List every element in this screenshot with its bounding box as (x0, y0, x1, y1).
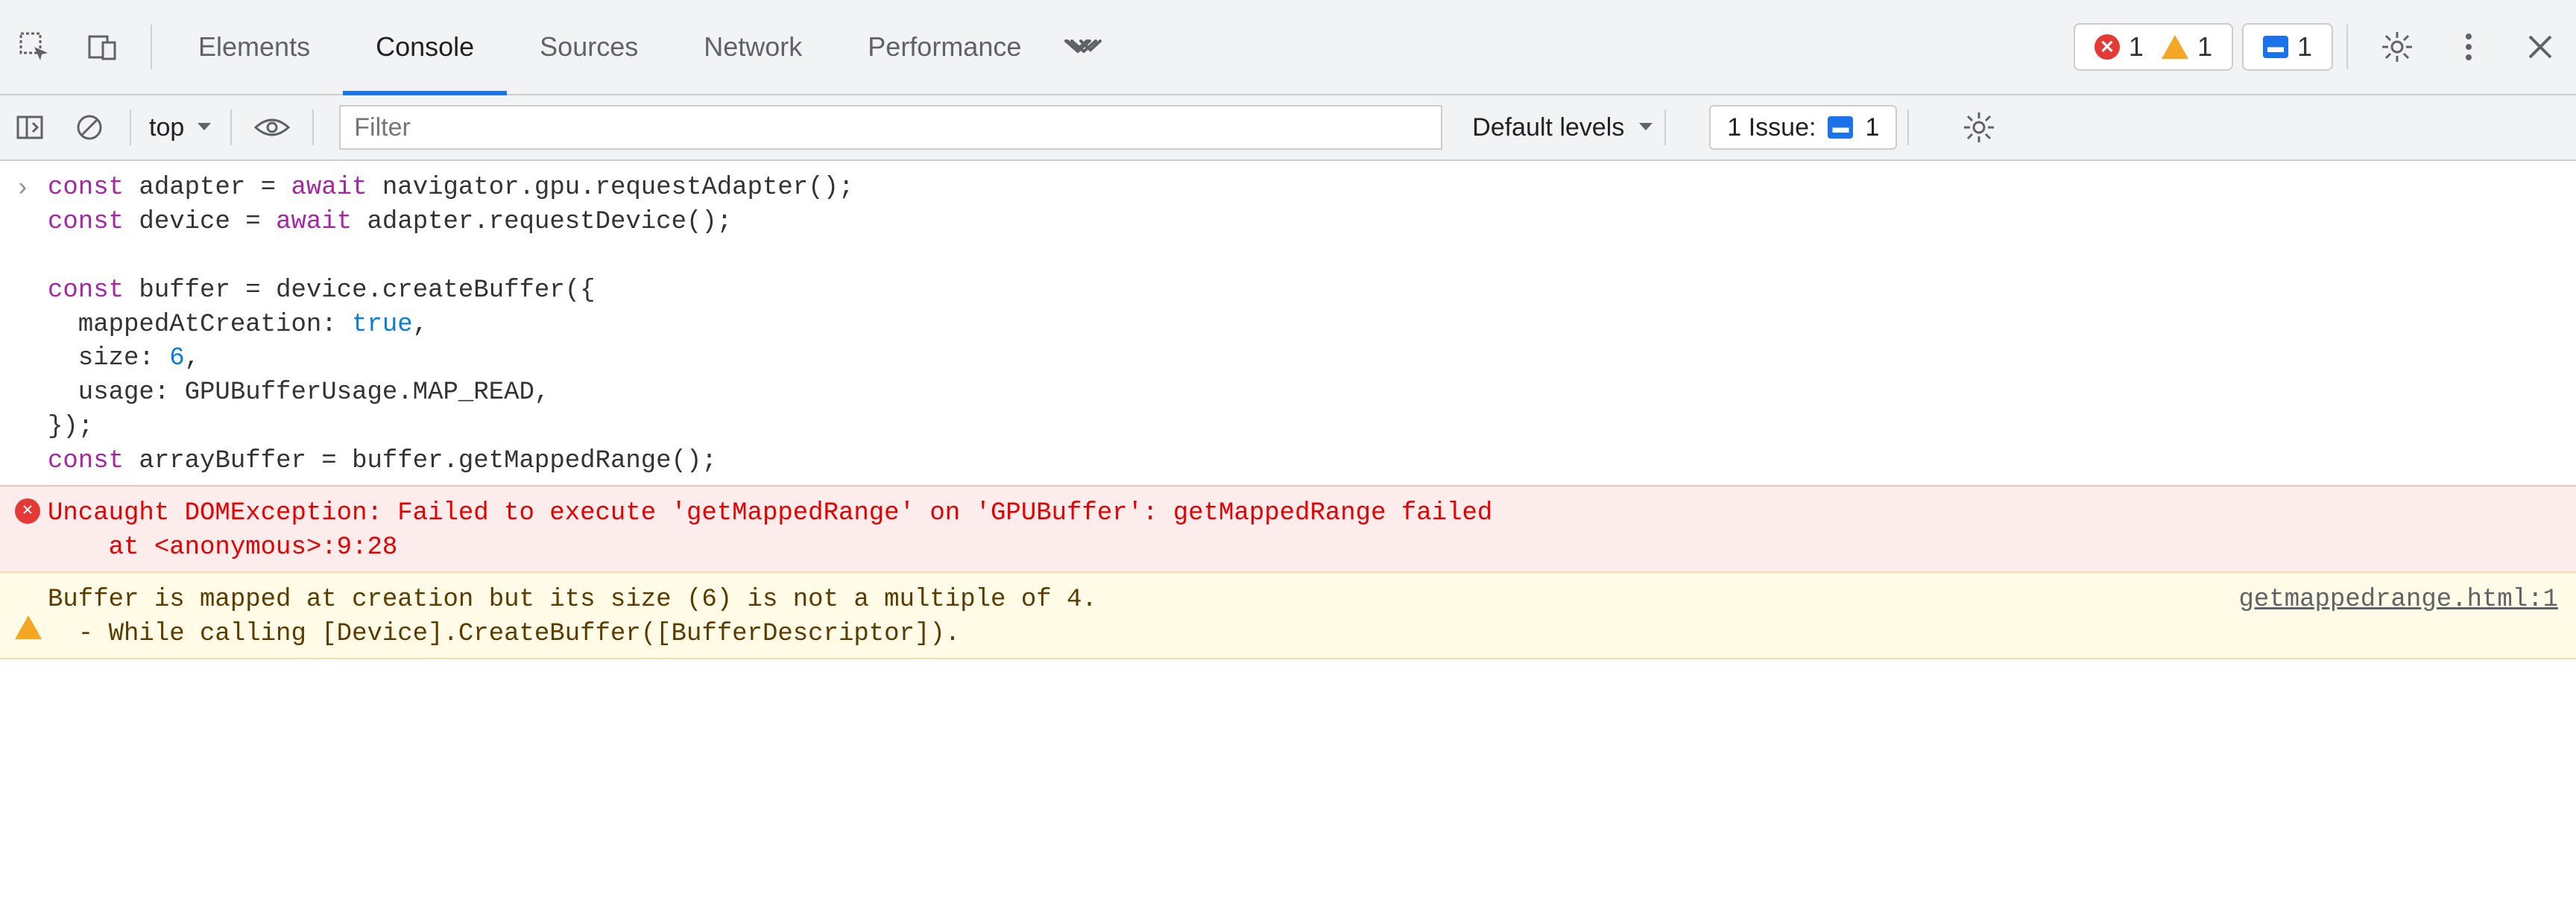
divider (151, 25, 152, 69)
console-input-row[interactable]: › const adapter = await navigator.gpu.re… (0, 161, 2576, 485)
filter-input[interactable] (339, 105, 1442, 150)
error-message-text: Uncaught DOMException: Failed to execute… (48, 497, 2558, 565)
more-tabs-icon[interactable] (1054, 0, 1114, 94)
sidebar-toggle-icon[interactable] (0, 95, 60, 159)
info-counts[interactable]: ▬ 1 (2242, 23, 2333, 71)
tab-network[interactable]: Network (671, 0, 835, 94)
tab-performance[interactable]: Performance (835, 0, 1054, 94)
error-count-value: 1 (2129, 31, 2144, 63)
kebab-menu-icon[interactable] (2433, 31, 2504, 63)
settings-gear-icon[interactable] (2361, 31, 2433, 63)
console-body: › const adapter = await navigator.gpu.re… (0, 161, 2576, 659)
panel-tabs: Elements Console Sources Network Perform… (165, 0, 1114, 94)
tab-sources[interactable]: Sources (507, 0, 671, 94)
info-icon: ▬ (2263, 36, 2288, 58)
devtools-tabbar: Elements Console Sources Network Perform… (0, 0, 2576, 95)
tab-elements[interactable]: Elements (165, 0, 343, 94)
log-levels-selector[interactable]: Default levels (1472, 113, 1654, 142)
chevron-down-icon (196, 121, 212, 133)
info-icon: ▬ (1828, 116, 1853, 139)
source-link[interactable]: getmappedrange.html:1 (2209, 583, 2558, 618)
console-input-code: const adapter = await navigator.gpu.requ… (48, 171, 2558, 479)
error-icon: ✕ (2094, 34, 2120, 60)
warning-icon (15, 583, 48, 619)
tab-label: Console (376, 31, 474, 63)
levels-label: Default levels (1472, 113, 1624, 142)
issues-label: 1 Issue: (1727, 113, 1816, 142)
context-label: top (149, 113, 184, 142)
divider (130, 110, 131, 145)
divider (2346, 25, 2348, 69)
console-error-row[interactable]: ✕ Uncaught DOMException: Failed to execu… (0, 485, 2576, 573)
warning-count[interactable]: 1 (2154, 31, 2220, 63)
tab-console[interactable]: Console (343, 0, 507, 94)
tab-label: Sources (540, 31, 638, 63)
status-counts[interactable]: ✕ 1 1 (2074, 23, 2233, 71)
error-icon: ✕ (15, 497, 48, 524)
console-warning-row[interactable]: Buffer is mapped at creation but its siz… (0, 573, 2576, 659)
warning-message-text: Buffer is mapped at creation but its siz… (48, 583, 2209, 652)
warning-count-value: 1 (2197, 31, 2212, 63)
divider (312, 110, 314, 145)
execution-context-selector[interactable]: top (142, 113, 220, 142)
divider (1907, 110, 1909, 145)
console-settings-gear-icon[interactable] (1949, 95, 2009, 159)
issues-count: 1 (1865, 113, 1879, 142)
input-prompt-icon: › (15, 171, 48, 207)
tabbar-right-controls (2361, 31, 2576, 63)
device-toolbar-icon[interactable] (69, 0, 137, 94)
console-toolbar: top Default levels 1 Issue: ▬ 1 (0, 95, 2576, 161)
live-expression-eye-icon[interactable] (242, 95, 302, 159)
tab-label: Elements (198, 31, 310, 63)
tab-label: Performance (868, 31, 1021, 63)
issues-button[interactable]: 1 Issue: ▬ 1 (1709, 105, 1897, 150)
info-count[interactable]: ▬ 1 (2255, 31, 2320, 63)
divider (1664, 110, 1666, 145)
warning-icon (2162, 35, 2188, 59)
error-count[interactable]: ✕ 1 (2087, 31, 2151, 63)
clear-console-icon[interactable] (60, 95, 119, 159)
divider (230, 110, 232, 145)
chevron-down-icon (1638, 121, 1654, 133)
tab-label: Network (704, 31, 802, 63)
close-devtools-icon[interactable] (2504, 34, 2576, 60)
inspect-element-icon[interactable] (0, 0, 69, 94)
info-count-value: 1 (2297, 31, 2312, 63)
